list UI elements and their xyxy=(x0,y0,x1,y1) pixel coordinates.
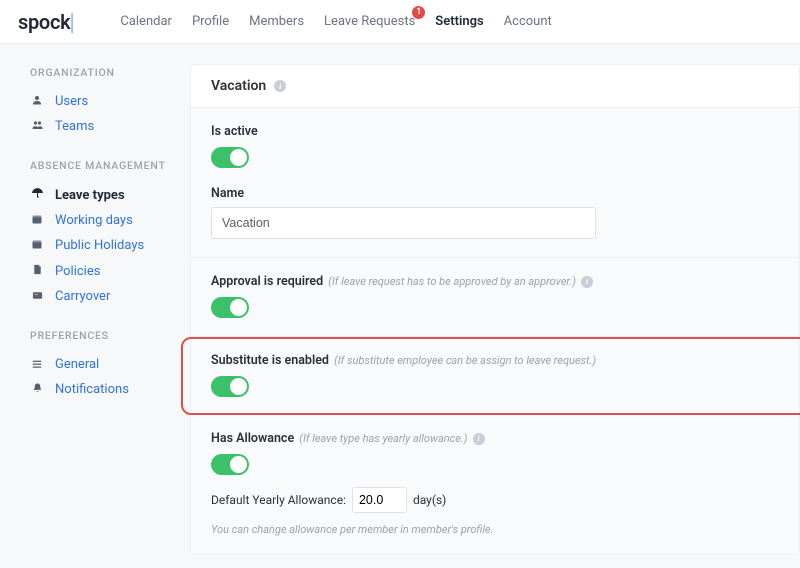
sidebar-item-working-days[interactable]: Working days xyxy=(30,208,190,233)
default-allowance-unit: day(s) xyxy=(413,493,446,507)
approval-hint: (If leave request has to be approved by … xyxy=(328,275,576,288)
nav-profile[interactable]: Profile xyxy=(192,14,229,29)
sidebar-item-label: Notifications xyxy=(55,382,129,397)
logo-cursor: | xyxy=(69,8,74,36)
sidebar-item-label: General xyxy=(55,357,99,372)
top-nav: Calendar Profile Members Leave Requests … xyxy=(120,14,551,29)
topbar: spock| Calendar Profile Members Leave Re… xyxy=(0,0,800,44)
nav-settings[interactable]: Settings xyxy=(435,14,483,29)
is-active-label: Is active xyxy=(211,124,779,139)
allowance-label-text: Has Allowance xyxy=(211,431,294,446)
substitute-label: Substitute is enabled (If substitute emp… xyxy=(211,353,779,368)
sidebar-item-users[interactable]: Users xyxy=(30,89,190,114)
sidebar-item-carryover[interactable]: Carryover xyxy=(30,284,190,309)
sidebar-item-label: Teams xyxy=(55,119,94,134)
default-allowance-input[interactable] xyxy=(352,487,407,513)
approval-label-text: Approval is required xyxy=(211,274,323,289)
calendar-icon xyxy=(30,213,44,228)
sidebar-item-label: Policies xyxy=(55,264,100,279)
users-icon xyxy=(30,119,44,134)
sidebar-section-preferences: PREFERENCES xyxy=(30,329,190,342)
approval-toggle[interactable] xyxy=(211,297,249,318)
block-substitute: Substitute is enabled (If substitute emp… xyxy=(181,337,800,415)
sidebar-item-label: Leave types xyxy=(55,188,125,203)
nav-calendar[interactable]: Calendar xyxy=(120,14,172,29)
allowance-toggle[interactable] xyxy=(211,454,249,475)
info-icon[interactable]: i xyxy=(274,80,286,92)
default-allowance-row: Default Yearly Allowance: day(s) xyxy=(211,487,779,513)
sidebar-section-organization: ORGANIZATION xyxy=(30,66,190,79)
info-icon[interactable]: i xyxy=(473,433,485,445)
sidebar-section-absence: ABSENCE MANAGEMENT xyxy=(30,159,190,172)
sidebar-item-notifications[interactable]: Notifications xyxy=(30,377,190,402)
umbrella-icon xyxy=(30,187,44,203)
leave-requests-badge: 1 xyxy=(412,6,425,19)
card-header: Vacation i xyxy=(191,65,799,108)
nav-leave-requests[interactable]: Leave Requests 1 xyxy=(324,14,415,29)
sidebar: ORGANIZATION Users Teams ABSENCE MANAGEM… xyxy=(0,44,190,568)
allowance-label: Has Allowance (If leave type has yearly … xyxy=(211,431,779,446)
default-allowance-label: Default Yearly Allowance: xyxy=(211,493,346,507)
name-input[interactable] xyxy=(211,207,596,239)
allowance-note: You can change allowance per member in m… xyxy=(211,523,779,536)
sidebar-item-policies[interactable]: Policies xyxy=(30,258,190,284)
sidebar-item-general[interactable]: General xyxy=(30,352,190,377)
card-icon xyxy=(30,290,44,304)
logo-text: spock xyxy=(18,10,70,34)
card-body: Is active Name Approval is required (If … xyxy=(191,108,799,554)
substitute-label-text: Substitute is enabled xyxy=(211,353,329,368)
calendar-icon xyxy=(30,238,44,253)
sidebar-item-label: Users xyxy=(55,94,88,109)
substitute-hint: (If substitute employee can be assign to… xyxy=(334,354,596,367)
settings-card: Vacation i Is active Name Approval is re… xyxy=(190,64,800,555)
is-active-toggle[interactable] xyxy=(211,147,249,168)
main-content: Vacation i Is active Name Approval is re… xyxy=(190,44,800,568)
sidebar-item-leave-types[interactable]: Leave types xyxy=(30,182,190,208)
user-icon xyxy=(30,94,44,109)
approval-label: Approval is required (If leave request h… xyxy=(211,274,779,289)
substitute-toggle[interactable] xyxy=(211,376,249,397)
list-icon xyxy=(30,358,44,372)
bell-icon xyxy=(30,382,44,397)
block-allowance: Has Allowance (If leave type has yearly … xyxy=(191,415,799,554)
nav-members[interactable]: Members xyxy=(249,14,304,29)
logo: spock| xyxy=(18,8,74,36)
block-approval: Approval is required (If leave request h… xyxy=(191,258,799,337)
page: ORGANIZATION Users Teams ABSENCE MANAGEM… xyxy=(0,44,800,568)
name-label: Name xyxy=(211,186,779,201)
allowance-hint: (If leave type has yearly allowance.) xyxy=(299,432,467,445)
nav-leave-requests-label: Leave Requests xyxy=(324,14,415,29)
nav-account[interactable]: Account xyxy=(504,14,552,29)
document-icon xyxy=(30,263,44,279)
sidebar-item-teams[interactable]: Teams xyxy=(30,114,190,139)
sidebar-item-public-holidays[interactable]: Public Holidays xyxy=(30,233,190,258)
sidebar-item-label: Working days xyxy=(55,213,133,228)
block-active-name: Is active Name xyxy=(191,108,799,258)
sidebar-item-label: Carryover xyxy=(55,289,110,304)
info-icon[interactable]: i xyxy=(581,276,593,288)
sidebar-item-label: Public Holidays xyxy=(55,238,144,253)
page-title: Vacation xyxy=(211,78,266,94)
